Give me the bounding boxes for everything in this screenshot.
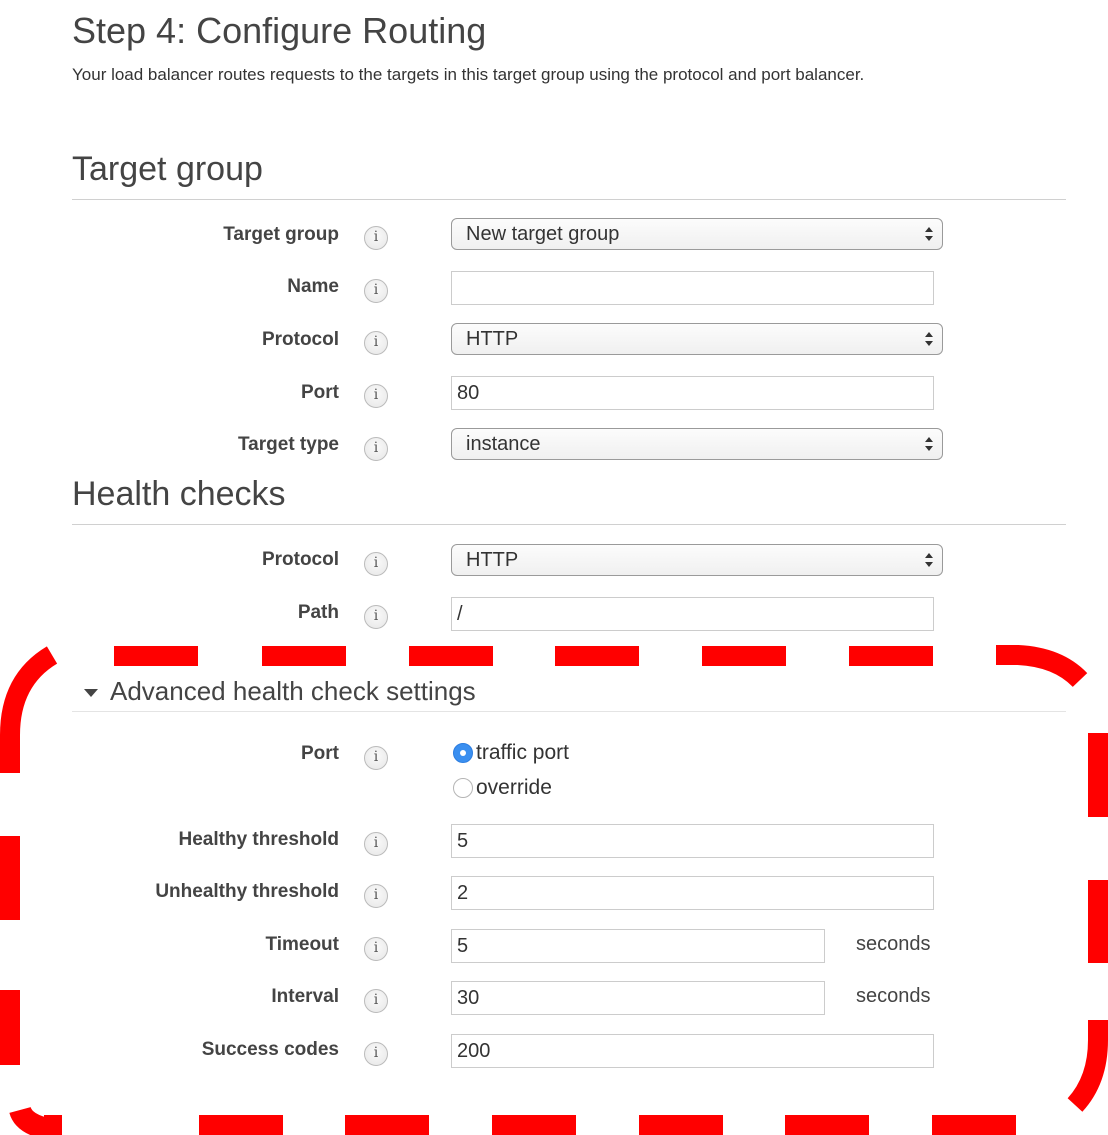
success-codes-input[interactable]: 200 [451, 1034, 934, 1068]
info-icon[interactable]: i [364, 937, 388, 961]
select-value: instance [466, 433, 541, 455]
highlight-corner-bottom-left [9, 1106, 55, 1135]
info-icon[interactable]: i [364, 989, 388, 1013]
interval-unit: seconds [856, 985, 931, 1007]
info-icon[interactable]: i [364, 226, 388, 250]
info-icon[interactable]: i [364, 884, 388, 908]
page-title: Step 4: Configure Routing [72, 10, 487, 51]
interval-input[interactable]: 30 [451, 981, 825, 1015]
label-target-group: Target group [223, 224, 339, 245]
caret-down-icon [84, 688, 98, 697]
section-title-target-group: Target group [72, 150, 263, 188]
label-success-codes: Success codes [201, 1039, 339, 1060]
highlight-dash [492, 1115, 576, 1135]
radio-traffic-port[interactable]: traffic port [453, 741, 569, 765]
label-path: Path [297, 602, 339, 623]
protocol-select[interactable]: HTTP [451, 323, 943, 355]
info-icon[interactable]: i [364, 605, 388, 629]
select-arrows-icon [925, 227, 933, 241]
highlight-dash [114, 646, 198, 666]
advanced-settings-title: Advanced health check settings [110, 676, 476, 706]
target-type-select[interactable]: instance [451, 428, 943, 460]
highlight-dash [44, 1115, 62, 1135]
timeout-input[interactable]: 5 [451, 929, 825, 963]
label-name: Name [287, 276, 339, 297]
highlight-dash [639, 1115, 723, 1135]
info-icon[interactable]: i [364, 437, 388, 461]
highlight-corner-top-right [996, 645, 1088, 688]
section-divider [72, 199, 1066, 200]
info-icon[interactable]: i [364, 746, 388, 770]
radio-unselected-icon[interactable] [453, 778, 473, 798]
select-arrows-icon [925, 332, 933, 346]
label-healthy-threshold: Healthy threshold [178, 829, 339, 850]
highlight-dash [849, 646, 933, 666]
section-divider [72, 711, 1066, 712]
highlight-dash [262, 646, 346, 666]
radio-selected-icon[interactable] [453, 743, 473, 763]
highlight-bottom-dashes [44, 1115, 1016, 1135]
highlight-dash [199, 1115, 283, 1135]
label-protocol: Protocol [261, 329, 339, 350]
highlight-dash [932, 1115, 1016, 1135]
label-port: Port [301, 382, 339, 403]
target-group-select[interactable]: New target group [451, 218, 943, 250]
select-value: New target group [466, 223, 620, 245]
path-input[interactable]: / [451, 597, 934, 631]
info-icon[interactable]: i [364, 552, 388, 576]
name-input[interactable] [451, 271, 934, 305]
section-divider [72, 524, 1066, 525]
label-timeout: Timeout [265, 934, 339, 955]
page-description: Your load balancer routes requests to th… [72, 65, 865, 84]
label-interval: Interval [271, 986, 339, 1007]
label-adv-port: Port [301, 743, 339, 764]
radio-label: override [476, 776, 552, 799]
info-icon[interactable]: i [364, 279, 388, 303]
label-hc-protocol: Protocol [261, 549, 339, 570]
highlight-dash [785, 1115, 869, 1135]
label-unhealthy-threshold: Unhealthy threshold [155, 881, 339, 902]
advanced-settings-toggle[interactable]: Advanced health check settings [84, 676, 476, 707]
unhealthy-threshold-input[interactable]: 2 [451, 876, 934, 910]
highlight-corner-bottom-right [1067, 1020, 1108, 1112]
select-arrows-icon [925, 553, 933, 567]
radio-label: traffic port [476, 741, 569, 764]
info-icon[interactable]: i [364, 1042, 388, 1066]
highlight-dash [555, 646, 639, 666]
highlight-dash [702, 646, 786, 666]
timeout-unit: seconds [856, 933, 931, 955]
radio-override[interactable]: override [453, 776, 552, 800]
healthy-threshold-input[interactable]: 5 [451, 824, 934, 858]
highlight-dash [345, 1115, 429, 1135]
select-value: HTTP [466, 549, 519, 571]
port-input[interactable]: 80 [451, 376, 934, 410]
info-icon[interactable]: i [364, 832, 388, 856]
select-value: HTTP [466, 328, 519, 350]
highlight-dash [409, 646, 493, 666]
section-title-health-checks: Health checks [72, 475, 286, 513]
highlight-top-dashes [114, 646, 933, 666]
select-arrows-icon [925, 437, 933, 451]
info-icon[interactable]: i [364, 384, 388, 408]
label-target-type: Target type [237, 434, 339, 455]
hc-protocol-select[interactable]: HTTP [451, 544, 943, 576]
info-icon[interactable]: i [364, 331, 388, 355]
